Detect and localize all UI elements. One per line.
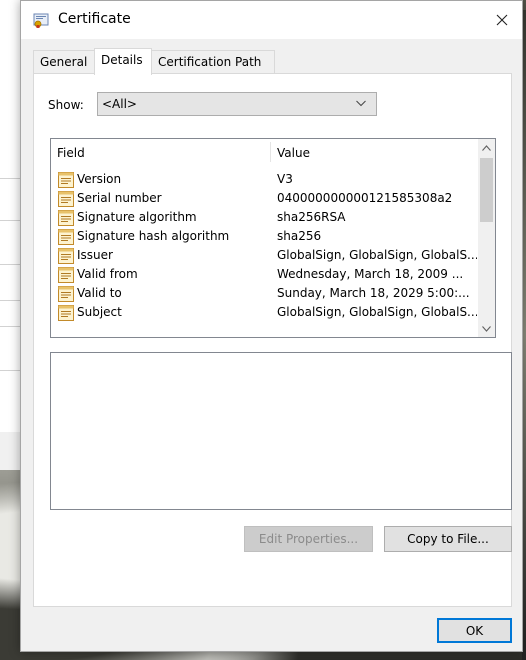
field-document-icon <box>57 209 75 227</box>
scroll-thumb[interactable] <box>480 158 493 222</box>
row-value: sha256RSA <box>277 210 346 224</box>
row-field: Version <box>77 172 122 186</box>
vertical-scrollbar[interactable] <box>478 139 495 337</box>
close-icon <box>496 14 508 26</box>
table-row[interactable]: Valid to Sunday, March 18, 2029 5:00:... <box>51 284 479 303</box>
field-document-icon <box>57 266 75 284</box>
close-button[interactable] <box>482 1 522 39</box>
field-document-icon <box>57 228 75 246</box>
row-value: GlobalSign, GlobalSign, GlobalS... <box>277 248 477 262</box>
row-field: Valid to <box>77 286 122 300</box>
field-document-icon <box>57 304 75 322</box>
show-dropdown[interactable]: <All> <box>97 92 377 116</box>
row-value: Wednesday, March 18, 2009 ... <box>277 267 464 281</box>
row-value: sha256 <box>277 229 322 243</box>
table-row[interactable]: Valid from Wednesday, March 18, 2009 ... <box>51 265 479 284</box>
row-value: Sunday, March 18, 2029 5:00:... <box>277 286 470 300</box>
row-value: 040000000000121585308a2 <box>277 191 453 205</box>
field-detail-box[interactable] <box>50 352 512 510</box>
chevron-down-icon <box>482 325 491 332</box>
chevron-up-icon <box>482 144 491 151</box>
details-panel: Show: <All> Field Value Version V3 Serial … <box>33 73 512 607</box>
field-document-icon <box>57 285 75 303</box>
table-row[interactable]: Serial number 040000000000121585308a2 <box>51 189 479 208</box>
certificate-icon <box>33 12 49 28</box>
edit-properties-button[interactable]: Edit Properties... <box>244 526 373 552</box>
certificate-dialog: Certificate General Details Certificatio… <box>20 0 523 652</box>
copy-to-file-button[interactable]: Copy to File... <box>384 526 512 552</box>
column-header-value[interactable]: Value <box>277 146 310 160</box>
row-field: Signature hash algorithm <box>77 229 230 243</box>
scroll-down-button[interactable] <box>478 320 495 337</box>
table-row[interactable]: Signature hash algorithm sha256 <box>51 227 479 246</box>
table-row[interactable]: Issuer GlobalSign, GlobalSign, GlobalS... <box>51 246 479 265</box>
field-document-icon <box>57 190 75 208</box>
column-separator[interactable] <box>270 142 271 162</box>
ok-button[interactable]: OK <box>437 618 512 643</box>
field-list[interactable]: Field Value Version V3 Serial number 040000… <box>50 138 496 338</box>
list-header: Field Value <box>51 139 479 165</box>
tab-general[interactable]: General <box>33 50 95 74</box>
table-row[interactable]: Version V3 <box>51 170 479 189</box>
row-field: Signature algorithm <box>77 210 197 224</box>
row-field: Subject <box>77 305 122 319</box>
show-dropdown-value: <All> <box>102 97 137 111</box>
scroll-up-button[interactable] <box>478 139 495 156</box>
table-row[interactable]: Subject GlobalSign, GlobalSign, GlobalS..… <box>51 303 479 322</box>
row-value: V3 <box>277 172 293 186</box>
chevron-down-icon <box>355 97 367 109</box>
row-field: Serial number <box>77 191 162 205</box>
show-label: Show: <box>48 98 84 112</box>
row-value: GlobalSign, GlobalSign, GlobalS... <box>277 305 477 319</box>
row-field: Issuer <box>77 248 113 262</box>
column-header-field[interactable]: Field <box>57 146 85 160</box>
tab-details[interactable]: Details <box>94 48 152 75</box>
field-rows: Version V3 Serial number 040000000000121585… <box>51 170 479 322</box>
title-bar[interactable]: Certificate <box>21 1 522 39</box>
window-title: Certificate <box>58 11 131 27</box>
table-row[interactable]: Signature algorithm sha256RSA <box>51 208 479 227</box>
field-document-icon <box>57 171 75 189</box>
field-document-icon <box>57 247 75 265</box>
tab-certification-path[interactable]: Certification Path <box>151 50 275 74</box>
row-field: Valid from <box>77 267 138 281</box>
